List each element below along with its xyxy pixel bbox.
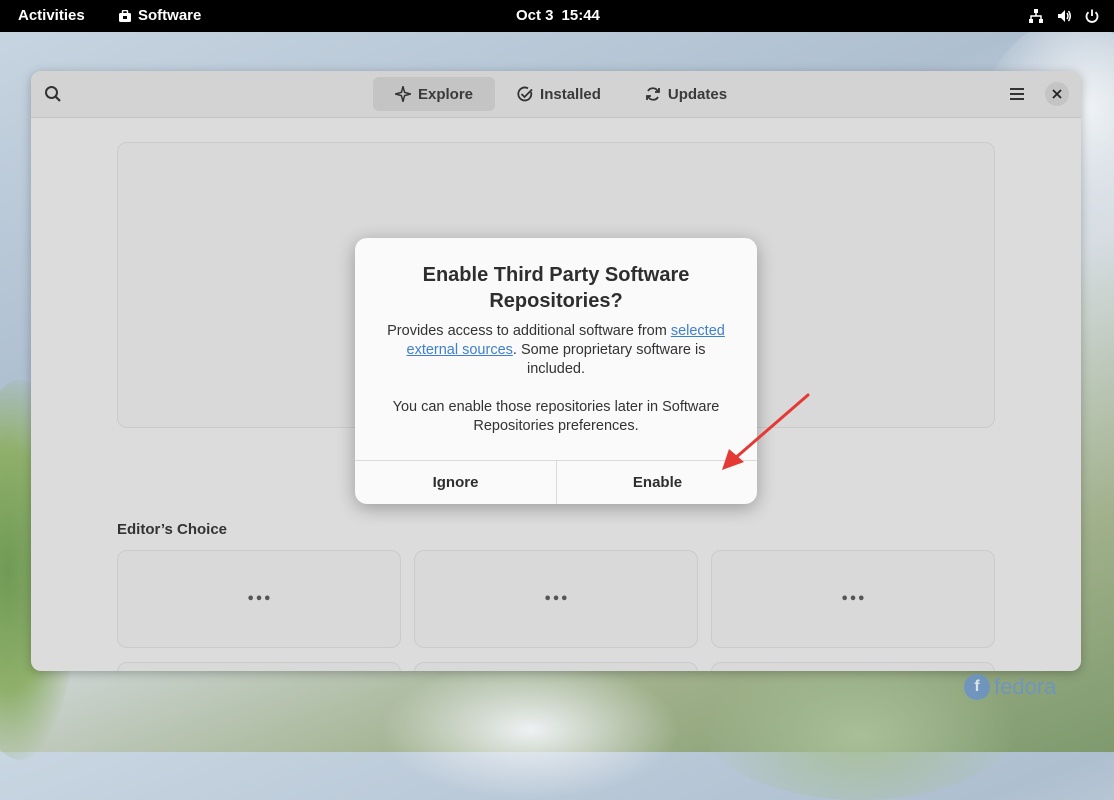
dialog-description-prefix: Provides access to additional software f…	[387, 323, 671, 339]
dialog-note: You can enable those repositories later …	[392, 399, 720, 434]
enable-button[interactable]: Enable	[556, 461, 757, 504]
sparkle-icon	[395, 86, 411, 102]
fedora-wordmark: fedora	[994, 674, 1057, 699]
tab-installed[interactable]: Installed	[495, 77, 623, 111]
app-card[interactable]	[117, 662, 401, 671]
check-circle-icon	[517, 86, 533, 102]
date-label: Oct 3	[516, 7, 554, 24]
fedora-infinity-icon: f	[964, 674, 990, 700]
tab-updates-label: Updates	[667, 85, 728, 103]
system-menu[interactable]	[1028, 8, 1100, 24]
loading-placeholder: •••	[246, 591, 272, 607]
volume-icon	[1058, 10, 1071, 22]
hamburger-menu-icon[interactable]	[1009, 86, 1025, 102]
activities-button[interactable]: Activities	[18, 7, 85, 24]
app-card[interactable]: •••	[711, 550, 995, 648]
dialog-description: Provides access to additional software f…	[377, 322, 735, 379]
app-card[interactable]	[414, 662, 698, 671]
ignore-button[interactable]: Ignore	[355, 461, 556, 504]
fedora-logo: f fedora	[964, 674, 1056, 700]
view-switcher: Explore Installed Updates	[373, 77, 749, 111]
tab-explore[interactable]: Explore	[373, 77, 496, 111]
software-bag-icon	[119, 9, 131, 22]
app-card[interactable]: •••	[414, 550, 698, 648]
loading-placeholder: •••	[840, 591, 866, 607]
search-icon[interactable]	[44, 85, 62, 103]
dialog-body: Provides access to additional software f…	[377, 322, 735, 436]
tab-updates[interactable]: Updates	[623, 77, 749, 111]
section-title-editors-choice: Editor’s Choice	[117, 521, 228, 538]
network-icon	[1029, 9, 1043, 23]
tab-installed-label: Installed	[540, 85, 601, 103]
refresh-icon	[645, 87, 660, 101]
tab-explore-label: Explore	[418, 85, 474, 103]
third-party-repos-dialog: Enable Third Party Software Repositories…	[355, 238, 757, 504]
close-icon	[1052, 89, 1062, 99]
app-name-label: Software	[138, 7, 202, 24]
time-label: 15:44	[561, 7, 600, 24]
app-card[interactable]: •••	[117, 550, 401, 648]
app-menu[interactable]: Software	[118, 7, 201, 24]
power-icon	[1085, 9, 1099, 23]
top-bar: Activities Software Oct 3 15:44	[0, 0, 1114, 32]
loading-placeholder: •••	[543, 591, 569, 607]
close-button[interactable]	[1045, 82, 1069, 106]
dialog-description-suffix: . Some proprietary software is included.	[512, 342, 706, 377]
header-bar: Explore Installed Updates	[31, 71, 1081, 118]
wallpaper-cloud-shape	[380, 660, 680, 800]
app-card[interactable]	[711, 662, 995, 671]
clock[interactable]: Oct 3 15:44	[516, 7, 600, 24]
dialog-title: Enable Third Party Software Repositories…	[422, 264, 690, 312]
